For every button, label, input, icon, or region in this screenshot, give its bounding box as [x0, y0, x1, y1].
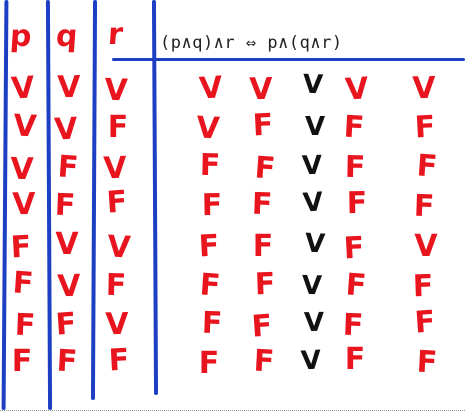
- cell-p: F: [11, 265, 35, 302]
- cell-p: F: [9, 229, 33, 266]
- cell-r: F: [107, 110, 129, 145]
- cell-p: V: [10, 70, 36, 107]
- truth-table-board: p q r (p∧q)∧r ⇔ p∧(q∧r) VVVVVVVVVVFVFVFF…: [0, 0, 465, 416]
- cell-r: F: [107, 342, 131, 379]
- cell-r: V: [106, 229, 132, 266]
- formula-right: p∧(q∧r): [267, 33, 343, 53]
- cell-lhs-inner: F: [199, 147, 221, 184]
- cell-lhs-inner: F: [201, 187, 223, 224]
- iff-symbol: ⇔: [245, 33, 257, 53]
- column-divider: [90, 0, 98, 401]
- cell-rhs-inner: V: [344, 71, 370, 108]
- cell-r: V: [103, 72, 129, 109]
- cell-lhs-inner: F: [201, 305, 223, 342]
- header-q: q: [54, 19, 79, 54]
- cell-lhs: F: [252, 229, 274, 264]
- cell-lhs: F: [251, 107, 275, 144]
- cell-p: V: [12, 108, 38, 145]
- cell-r: F: [105, 267, 127, 304]
- cell-lhs: V: [249, 71, 273, 108]
- cell-iff: V: [302, 69, 324, 101]
- cell-p: V: [10, 151, 34, 188]
- cell-rhs-inner: F: [346, 185, 368, 222]
- cell-rhs-inner: F: [342, 230, 366, 267]
- cell-lhs: F: [250, 308, 274, 345]
- page-edge: [0, 410, 465, 411]
- cell-q: V: [57, 69, 81, 106]
- cell-lhs: F: [254, 266, 276, 303]
- cell-q: V: [55, 227, 79, 262]
- cell-q: F: [54, 306, 78, 343]
- cell-rhs: V: [412, 70, 436, 107]
- cell-lhs: F: [251, 186, 273, 223]
- cell-rhs: F: [415, 148, 439, 185]
- cell-rhs-inner: F: [342, 307, 364, 344]
- header-r: r: [106, 17, 125, 52]
- cell-q: F: [54, 187, 76, 224]
- formula-left: (p∧q)∧r: [160, 33, 236, 53]
- cell-p: F: [11, 344, 33, 379]
- cell-q: V: [53, 111, 79, 148]
- cell-r: F: [105, 184, 129, 221]
- cell-lhs-inner: V: [195, 110, 221, 147]
- cell-p: V: [12, 186, 36, 223]
- cell-iff: V: [301, 150, 323, 182]
- cell-lhs: F: [253, 150, 277, 187]
- cell-iff: V: [304, 228, 326, 260]
- cell-lhs-inner: F: [198, 267, 222, 304]
- cell-rhs: F: [415, 344, 439, 381]
- cell-q: F: [56, 149, 80, 186]
- cell-lhs-inner: F: [198, 346, 220, 381]
- cell-rhs: V: [414, 229, 438, 264]
- formula-header: (p∧q)∧r ⇔ p∧(q∧r): [160, 33, 460, 53]
- cell-rhs: F: [413, 188, 435, 225]
- cell-r: V: [102, 150, 128, 187]
- cell-rhs-inner: F: [344, 267, 368, 304]
- cell-iff: V: [304, 112, 326, 142]
- cell-iff: V: [301, 187, 325, 219]
- cell-rhs-inner: F: [342, 109, 366, 146]
- cell-rhs: F: [413, 109, 437, 146]
- cell-q: V: [56, 268, 82, 305]
- cell-p: F: [14, 307, 36, 344]
- cell-rhs: F: [413, 304, 437, 341]
- cell-lhs-inner: V: [198, 70, 224, 107]
- cell-r: V: [105, 306, 129, 343]
- cell-q: F: [55, 343, 79, 380]
- cell-lhs: F: [252, 343, 276, 380]
- cell-lhs-inner: F: [197, 228, 221, 265]
- cell-rhs-inner: F: [344, 342, 366, 377]
- cell-iff: V: [303, 307, 325, 339]
- cell-iff: V: [300, 345, 322, 377]
- cell-iff: V: [301, 270, 323, 302]
- header-p: p: [8, 19, 33, 54]
- cell-rhs-inner: F: [344, 149, 366, 186]
- header-divider: [112, 58, 465, 61]
- cell-rhs: F: [412, 268, 434, 305]
